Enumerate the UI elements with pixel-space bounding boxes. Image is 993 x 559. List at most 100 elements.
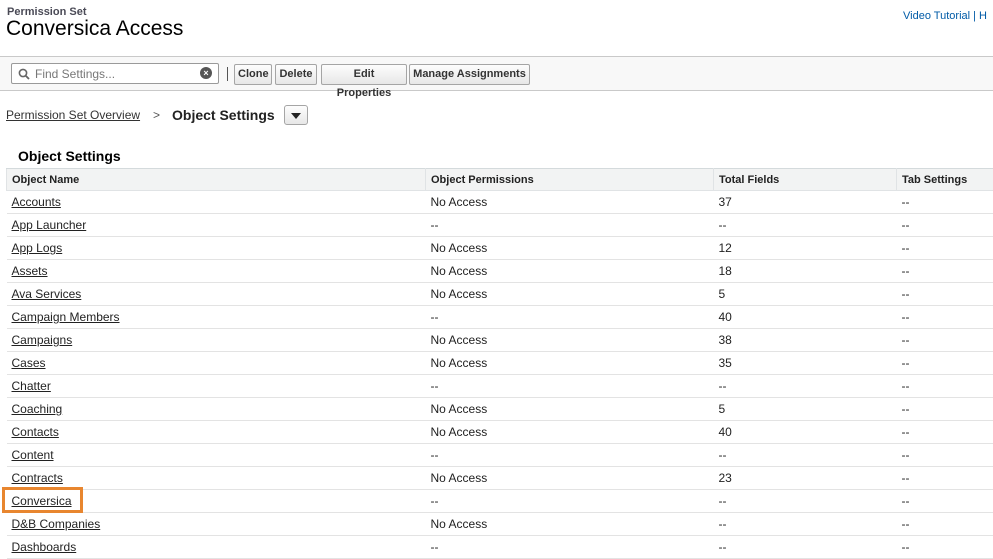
tab-settings-cell: -- bbox=[897, 191, 993, 214]
total-fields-cell: 12 bbox=[714, 237, 897, 260]
help-links[interactable]: Video Tutorial | H bbox=[903, 10, 987, 22]
object-permissions-cell: No Access bbox=[426, 467, 714, 490]
object-link-conversica[interactable]: Conversica bbox=[12, 494, 72, 508]
tab-settings-cell: -- bbox=[897, 306, 993, 329]
object-link-campaign-members[interactable]: Campaign Members bbox=[12, 310, 120, 324]
object-link-content[interactable]: Content bbox=[12, 448, 54, 462]
total-fields-cell: 5 bbox=[714, 283, 897, 306]
find-settings-input[interactable] bbox=[35, 65, 195, 82]
tab-settings-cell: -- bbox=[897, 214, 993, 237]
object-name-cell: App Logs bbox=[7, 237, 426, 260]
tab-settings-cell: -- bbox=[897, 375, 993, 398]
search-icon bbox=[18, 67, 30, 79]
total-fields-cell: -- bbox=[714, 375, 897, 398]
breadcrumb-dropdown-button[interactable] bbox=[284, 105, 308, 125]
manage-assignments-button[interactable]: Manage Assignments bbox=[409, 64, 530, 85]
object-name-cell: Content bbox=[7, 444, 426, 467]
video-tutorial-link[interactable]: Video Tutorial | H bbox=[903, 10, 987, 22]
object-link-accounts[interactable]: Accounts bbox=[12, 195, 61, 209]
table-row: App Launcher------ bbox=[7, 214, 993, 237]
column-header-object-permissions[interactable]: Object Permissions bbox=[426, 169, 714, 191]
total-fields-cell: -- bbox=[714, 536, 897, 559]
table-row: Contracts No Access23-- bbox=[7, 467, 993, 490]
object-link-campaigns[interactable]: Campaigns bbox=[12, 333, 73, 347]
clear-search-icon[interactable]: × bbox=[200, 67, 212, 79]
object-name-cell: Contracts bbox=[7, 467, 426, 490]
breadcrumb-current: Object Settings bbox=[172, 107, 275, 123]
column-header-total-fields[interactable]: Total Fields bbox=[714, 169, 897, 191]
total-fields-cell: 23 bbox=[714, 467, 897, 490]
total-fields-cell: 5 bbox=[714, 398, 897, 421]
toolbar: × Clone Delete Edit Properties Manage As… bbox=[0, 56, 993, 91]
tab-settings-cell: -- bbox=[897, 260, 993, 283]
table-row: CasesNo Access35-- bbox=[7, 352, 993, 375]
object-link-contacts[interactable]: Contacts bbox=[12, 425, 59, 439]
total-fields-cell: 18 bbox=[714, 260, 897, 283]
object-permissions-cell: -- bbox=[426, 444, 714, 467]
table-row: Content------ bbox=[7, 444, 993, 467]
object-permissions-cell: No Access bbox=[426, 513, 714, 536]
object-permissions-cell: No Access bbox=[426, 398, 714, 421]
tab-settings-cell: -- bbox=[897, 444, 993, 467]
table-row: Chatter------ bbox=[7, 375, 993, 398]
object-name-cell: Campaigns bbox=[7, 329, 426, 352]
table-row: ContactsNo Access40-- bbox=[7, 421, 993, 444]
tab-settings-cell: -- bbox=[897, 283, 993, 306]
object-link-coaching[interactable]: Coaching bbox=[12, 402, 63, 416]
table-header-row: Object Name Object Permissions Total Fie… bbox=[7, 169, 993, 191]
chevron-down-icon bbox=[291, 113, 301, 119]
object-name-cell: Cases bbox=[7, 352, 426, 375]
total-fields-cell: -- bbox=[714, 214, 897, 237]
table-row: App LogsNo Access12-- bbox=[7, 237, 993, 260]
object-link-cases[interactable]: Cases bbox=[12, 356, 46, 370]
permission-set-overview-link[interactable]: Permission Set Overview bbox=[6, 108, 140, 122]
breadcrumb: Permission Set Overview > Object Setting… bbox=[6, 108, 140, 122]
total-fields-cell: 40 bbox=[714, 306, 897, 329]
delete-button[interactable]: Delete bbox=[275, 64, 317, 85]
object-link-chatter[interactable]: Chatter bbox=[12, 379, 51, 393]
object-name-cell: App Launcher bbox=[7, 214, 426, 237]
table-row: CampaignsNo Access38-- bbox=[7, 329, 993, 352]
object-permissions-cell: -- bbox=[426, 536, 714, 559]
column-header-object-name[interactable]: Object Name bbox=[7, 169, 426, 191]
object-settings-table: Object Name Object Permissions Total Fie… bbox=[6, 168, 993, 559]
total-fields-cell: -- bbox=[714, 513, 897, 536]
toolbar-divider bbox=[227, 67, 228, 81]
object-name-cell: D&B Companies bbox=[7, 513, 426, 536]
table-row: AccountsNo Access37-- bbox=[7, 191, 993, 214]
column-header-tab-settings[interactable]: Tab Settings bbox=[897, 169, 993, 191]
object-link-app-launcher[interactable]: App Launcher bbox=[12, 218, 87, 232]
object-link-app-logs[interactable]: App Logs bbox=[12, 241, 63, 255]
object-name-cell: Ava Services bbox=[7, 283, 426, 306]
object-link-d-b-companies[interactable]: D&B Companies bbox=[12, 517, 101, 531]
object-permissions-cell: -- bbox=[426, 490, 714, 513]
edit-properties-button[interactable]: Edit Properties bbox=[321, 64, 407, 85]
object-permissions-cell: No Access bbox=[426, 283, 714, 306]
tab-settings-cell: -- bbox=[897, 467, 993, 490]
table-row: Dashboards------ bbox=[7, 536, 993, 559]
object-name-cell: Accounts bbox=[7, 191, 426, 214]
object-link-contracts[interactable]: Contracts bbox=[12, 471, 63, 485]
tab-settings-cell: -- bbox=[897, 421, 993, 444]
find-settings-box[interactable]: × bbox=[11, 63, 219, 84]
object-name-cell: Dashboards bbox=[7, 536, 426, 559]
object-permissions-cell: -- bbox=[426, 306, 714, 329]
breadcrumb-separator: > bbox=[153, 108, 160, 122]
tab-settings-cell: -- bbox=[897, 490, 993, 513]
total-fields-cell: 35 bbox=[714, 352, 897, 375]
object-permissions-cell: No Access bbox=[426, 260, 714, 283]
total-fields-cell: 40 bbox=[714, 421, 897, 444]
tab-settings-cell: -- bbox=[897, 237, 993, 260]
object-link-ava-services[interactable]: Ava Services bbox=[12, 287, 82, 301]
object-link-dashboards[interactable]: Dashboards bbox=[12, 540, 77, 554]
object-name-cell: Chatter bbox=[7, 375, 426, 398]
clone-button[interactable]: Clone bbox=[234, 64, 272, 85]
table-row: Assets No Access18-- bbox=[7, 260, 993, 283]
tab-settings-cell: -- bbox=[897, 329, 993, 352]
object-permissions-cell: No Access bbox=[426, 191, 714, 214]
tab-settings-cell: -- bbox=[897, 352, 993, 375]
table-row: Campaign Members --40-- bbox=[7, 306, 993, 329]
table-row: CoachingNo Access5-- bbox=[7, 398, 993, 421]
object-link-assets[interactable]: Assets bbox=[12, 264, 48, 278]
tab-settings-cell: -- bbox=[897, 536, 993, 559]
